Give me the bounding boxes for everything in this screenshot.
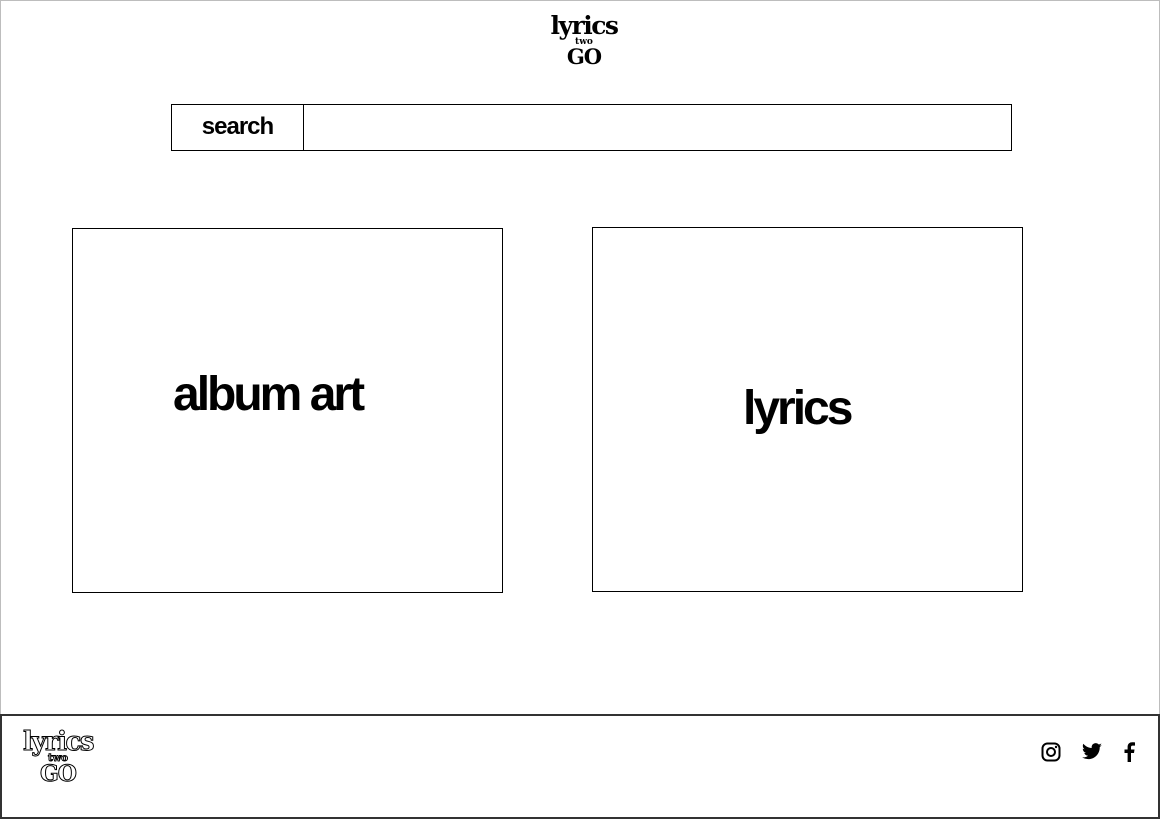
search-input[interactable] xyxy=(304,105,1011,150)
instagram-icon[interactable] xyxy=(1039,740,1063,764)
footer-logo-line-3: GO xyxy=(40,761,78,787)
lyrics-panel: lyrics xyxy=(592,227,1023,592)
footer-logo[interactable]: lyrics two GO xyxy=(20,727,96,790)
facebook-icon[interactable] xyxy=(1117,740,1141,764)
search-button[interactable]: search xyxy=(172,105,304,150)
twitter-icon[interactable] xyxy=(1080,740,1104,764)
logo-line-3: GO xyxy=(566,44,602,69)
lyrics-label: lyrics xyxy=(743,382,853,435)
album-art-label: album art xyxy=(173,368,365,421)
logo-line-1: lyrics xyxy=(550,11,620,40)
search-bar: search xyxy=(171,104,1012,151)
header-logo[interactable]: lyrics two GO xyxy=(548,11,620,70)
footer: lyrics two GO xyxy=(0,714,1160,819)
footer-logo-line-1: lyrics xyxy=(22,727,95,757)
album-art-panel: album art xyxy=(72,228,503,593)
